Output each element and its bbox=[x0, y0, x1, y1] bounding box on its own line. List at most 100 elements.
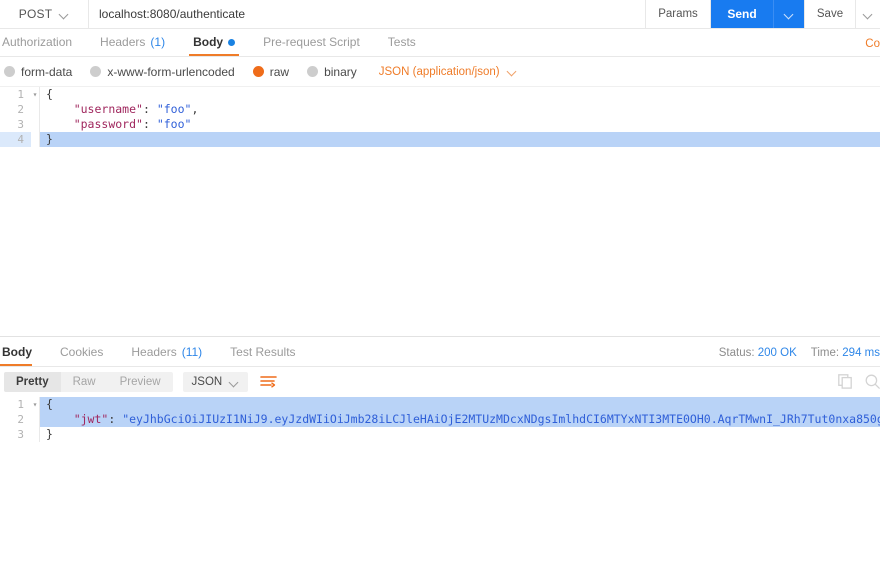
request-tab-authorization[interactable]: Authorization bbox=[0, 35, 86, 56]
send-options-button[interactable] bbox=[773, 0, 804, 28]
tab-label: Body bbox=[193, 35, 224, 49]
line-number: 4 bbox=[0, 132, 31, 147]
request-url-bar: POST localhost:8080/authenticate Params … bbox=[0, 0, 880, 29]
tab-count-badge: (1) bbox=[150, 35, 166, 49]
content-type-selector[interactable]: JSON (application/json) bbox=[379, 66, 517, 78]
request-tab-headers[interactable]: Headers (1) bbox=[86, 35, 179, 56]
line-number: 1 bbox=[17, 88, 24, 101]
tab-label: Cookies bbox=[60, 345, 104, 359]
save-options-button[interactable] bbox=[856, 0, 880, 28]
word-wrap-icon[interactable] bbox=[260, 375, 278, 389]
tab-count-badge: (11) bbox=[181, 345, 203, 359]
response-actions bbox=[838, 374, 880, 392]
tab-label: Tests bbox=[387, 35, 416, 49]
radio-button-icon bbox=[4, 66, 15, 77]
save-button[interactable]: Save bbox=[804, 0, 856, 28]
tab-label: Body bbox=[2, 345, 32, 359]
request-tab-body[interactable]: Body bbox=[179, 35, 249, 56]
code-line[interactable]: 3 "password": "foo" bbox=[0, 117, 880, 132]
code-line[interactable]: 4} bbox=[0, 132, 880, 147]
line-number: 2 bbox=[17, 413, 24, 426]
body-type-row: form-data x-www-form-urlencoded raw binary J… bbox=[0, 57, 880, 87]
copy-icon[interactable] bbox=[838, 374, 853, 392]
response-tab-cookies[interactable]: Cookies bbox=[46, 345, 117, 366]
radio-label: raw bbox=[269, 64, 290, 79]
code-text: { bbox=[46, 87, 53, 101]
radio-button-icon bbox=[307, 66, 319, 77]
response-status: Status: 200 OK bbox=[719, 347, 797, 359]
code-text: { bbox=[40, 397, 880, 412]
send-button[interactable]: Send bbox=[711, 0, 773, 28]
tab-label: Pre-request Script bbox=[263, 35, 360, 49]
radio-label: binary bbox=[324, 64, 357, 79]
fold-toggle-icon[interactable]: ▾ bbox=[31, 87, 39, 102]
content-type-label: JSON (application/json) bbox=[378, 65, 500, 78]
response-toolbar: Pretty Raw Preview JSON bbox=[0, 367, 880, 397]
line-number: 3 bbox=[17, 118, 24, 131]
line-number: 1 bbox=[17, 398, 24, 411]
tab-label: Authorization bbox=[2, 35, 73, 49]
search-icon[interactable] bbox=[865, 374, 880, 392]
code-line[interactable]: 1 ▾{ bbox=[0, 397, 880, 412]
response-meta: Status: 200 OK Time: 294 ms bbox=[719, 347, 880, 359]
line-number: 2 bbox=[17, 103, 24, 116]
request-tab-tests[interactable]: Tests bbox=[374, 35, 430, 56]
fold-toggle-icon[interactable]: ▾ bbox=[31, 397, 39, 412]
response-time-label: Time: bbox=[810, 347, 840, 359]
code-text: } bbox=[40, 132, 880, 147]
code-line[interactable]: 3} bbox=[0, 427, 880, 442]
radio-label: form-data bbox=[21, 64, 73, 79]
chevron-down-icon bbox=[785, 10, 794, 19]
body-modified-dot-icon bbox=[228, 38, 236, 46]
radio-button-icon bbox=[90, 66, 102, 77]
response-body-viewer[interactable]: 1 ▾{2 "jwt": "eyJhbGciOiJIUzI1NiJ9.eyJzdW… bbox=[0, 397, 880, 542]
request-body-editor[interactable]: 1 ▾{2 "username": "foo", 3 "password": "fo… bbox=[0, 87, 880, 336]
view-mode-raw[interactable]: Raw bbox=[61, 372, 108, 392]
chevron-down-icon bbox=[508, 67, 517, 76]
code-text: "username": "foo", bbox=[73, 102, 199, 116]
request-tab-bar: Authorization Headers (1) Body Pre-request S… bbox=[0, 29, 880, 57]
response-tab-body[interactable]: Body bbox=[0, 345, 46, 366]
code-text: "jwt": "eyJhbGciOiJIUzI1NiJ9.eyJzdWIiOiJ… bbox=[40, 412, 880, 427]
http-method-label: POST bbox=[18, 7, 53, 21]
tab-label: Headers bbox=[100, 35, 146, 49]
response-view-mode-group: Pretty Raw Preview bbox=[4, 372, 173, 392]
chevron-down-icon bbox=[864, 10, 873, 19]
code-line[interactable]: 2 "jwt": "eyJhbGciOiJIUzI1NiJ9.eyJzdWIiO… bbox=[0, 412, 880, 427]
code-link[interactable]: Co bbox=[865, 38, 880, 50]
response-tab-bar: Body Cookies Headers (11) Test Results Status… bbox=[0, 337, 880, 367]
radio-label: x-www-form-urlencoded bbox=[107, 64, 235, 79]
tab-label: Test Results bbox=[230, 345, 296, 359]
response-tab-headers[interactable]: Headers (11) bbox=[117, 345, 216, 366]
view-mode-pretty[interactable]: Pretty bbox=[4, 372, 61, 392]
line-number: 3 bbox=[17, 428, 24, 441]
params-button[interactable]: Params bbox=[646, 0, 711, 28]
radio-button-icon bbox=[252, 66, 264, 77]
response-time-value: 294 ms bbox=[842, 347, 880, 359]
body-type-radio-raw[interactable]: raw bbox=[252, 64, 290, 79]
tab-label: Headers bbox=[131, 345, 177, 359]
chevron-down-icon bbox=[60, 10, 69, 19]
url-input[interactable]: localhost:8080/authenticate bbox=[89, 0, 646, 28]
chevron-down-icon bbox=[230, 378, 239, 387]
view-mode-preview[interactable]: Preview bbox=[108, 372, 173, 392]
response-status-label: Status: bbox=[718, 347, 755, 359]
response-time: Time: 294 ms bbox=[811, 347, 880, 359]
code-text: "password": "foo" bbox=[73, 117, 192, 131]
http-method-selector[interactable]: POST bbox=[0, 0, 89, 28]
response-status-value: 200 OK bbox=[757, 347, 797, 359]
response-format-label: JSON bbox=[191, 376, 223, 388]
code-line[interactable]: 2 "username": "foo", bbox=[0, 102, 880, 117]
body-type-radio-binary[interactable]: binary bbox=[307, 65, 357, 79]
body-type-radio-x-www-form-urlencoded[interactable]: x-www-form-urlencoded bbox=[90, 64, 235, 79]
body-type-radio-form-data[interactable]: form-data bbox=[4, 65, 72, 79]
code-text: } bbox=[46, 427, 53, 441]
response-format-selector[interactable]: JSON bbox=[182, 372, 249, 392]
request-tab-pre-request-script[interactable]: Pre-request Script bbox=[249, 35, 374, 56]
code-line[interactable]: 1 ▾ { bbox=[0, 87, 880, 102]
response-tab-test-results[interactable]: Test Results bbox=[216, 345, 309, 366]
